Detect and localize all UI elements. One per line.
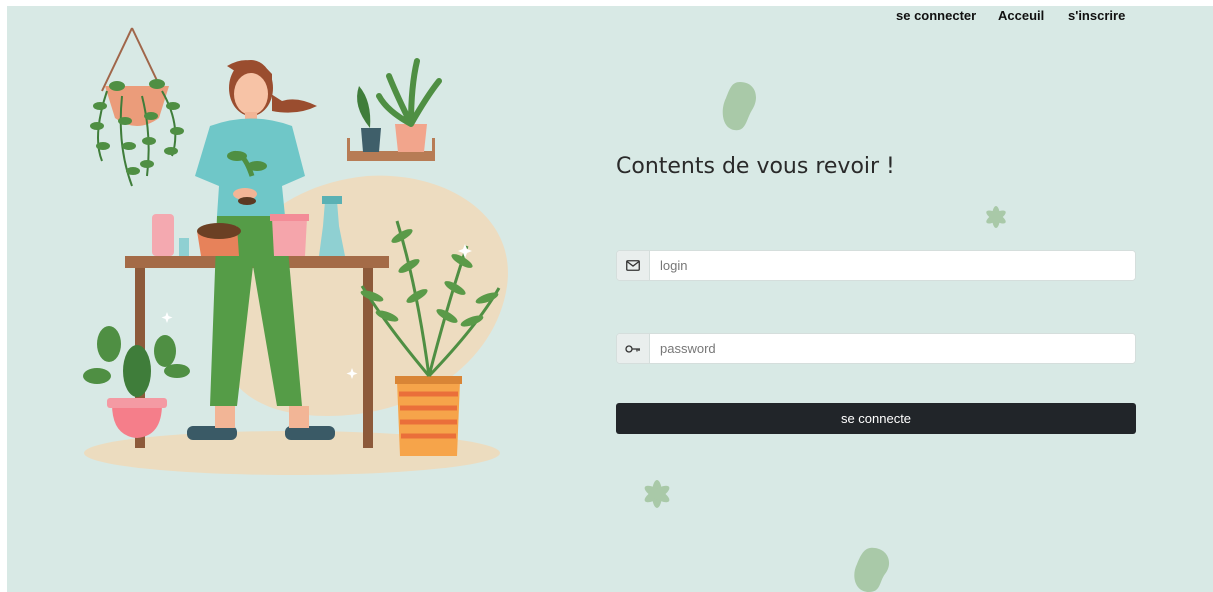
password-input[interactable]	[650, 334, 1135, 363]
password-input-group	[616, 333, 1136, 364]
login-submit-button[interactable]: se connecte	[616, 403, 1136, 434]
flower-decoration-bottom	[644, 480, 670, 508]
gardening-illustration	[83, 27, 508, 475]
top-nav: se connecter Acceuil s'inscrire	[7, 8, 1213, 28]
envelope-icon	[617, 251, 650, 280]
leaf-decoration-bottom	[854, 547, 890, 592]
hanging-plant	[90, 27, 184, 187]
shelf-plants	[347, 58, 442, 161]
key-icon	[617, 334, 650, 363]
login-input[interactable]	[650, 251, 1135, 280]
flower-decoration-right	[986, 206, 1006, 228]
nav-signup-link[interactable]: s'inscrire	[1068, 8, 1125, 23]
page: se connecter Acceuil s'inscrire Contents…	[7, 6, 1213, 592]
nav-home-link[interactable]: Acceuil	[998, 8, 1044, 23]
form-title: Contents de vous revoir !	[616, 154, 895, 179]
login-input-group	[616, 250, 1136, 281]
leaf-decoration-top	[722, 82, 756, 131]
nav-login-link[interactable]: se connecter	[896, 8, 976, 23]
